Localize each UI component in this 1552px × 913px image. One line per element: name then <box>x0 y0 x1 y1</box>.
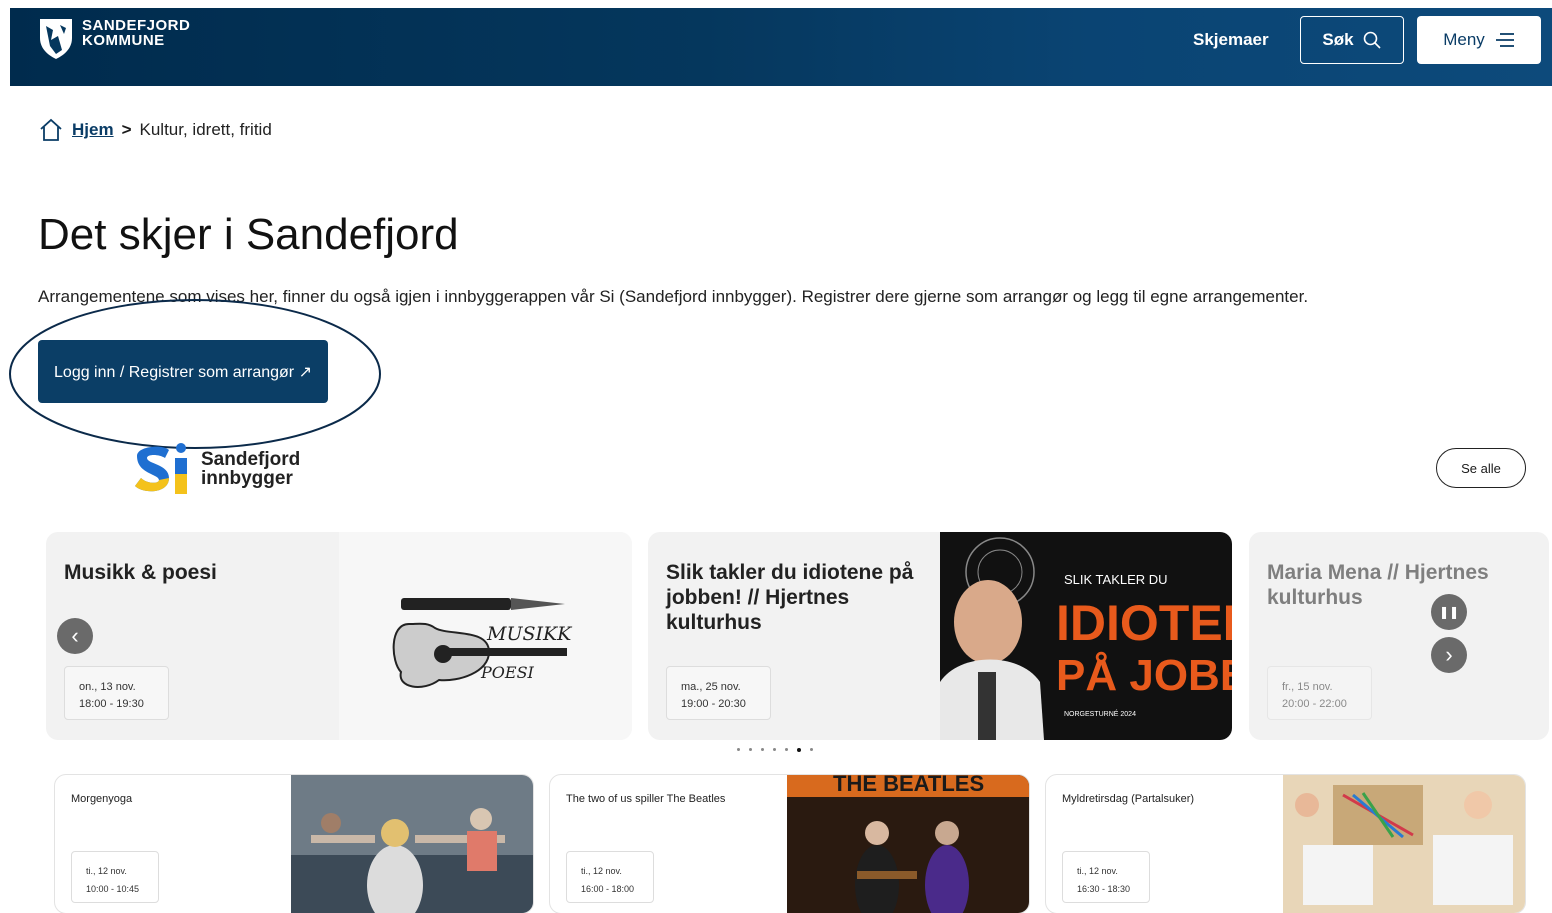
logo-line-2: KOMMUNE <box>82 32 165 49</box>
event-date: fr., 15 nov. <box>1282 681 1333 693</box>
event-date-box: on., 13 nov. 18:00 - 19:30 <box>64 666 169 720</box>
search-button[interactable]: Søk <box>1300 16 1404 64</box>
chevron-left-icon: ‹ <box>71 623 79 648</box>
login-register-button[interactable]: Logg inn / Registrer som arrangør ↗ <box>38 340 328 403</box>
menu-button[interactable]: Meny <box>1417 16 1541 64</box>
image-footer-text: NORGESTURNÉ 2024 <box>1064 709 1136 718</box>
carousel-prev-button[interactable]: ‹ <box>57 618 93 654</box>
event-title: Myldretirsdag (Partalsuker) <box>1062 793 1195 805</box>
event-time: 20:00 - 22:00 <box>1282 698 1347 710</box>
site-header: SANDEFJORD KOMMUNE Skjemaer Søk Meny <box>10 8 1552 86</box>
event-title: Slik takler du idiotene på jobben! // Hj… <box>666 561 914 634</box>
intro-text: Arrangementene som vises her, finner du … <box>38 287 1309 306</box>
event-time: 19:00 - 20:30 <box>681 698 746 710</box>
event-date-box: fr., 15 nov. 20:00 - 22:00 <box>1267 666 1372 720</box>
event-image <box>291 775 533 913</box>
event-date-box: ti., 12 nov. 16:00 - 18:00 <box>566 851 654 903</box>
event-card[interactable]: Maria Mena // Hjertnes kulturhus fr., 15… <box>1249 532 1549 740</box>
event-date-box: ti., 12 nov. 10:00 - 10:45 <box>71 851 159 903</box>
breadcrumb-chevron-icon: > <box>121 120 132 139</box>
carousel-dot-active[interactable] <box>797 748 801 752</box>
event-date: ti., 12 nov. <box>1077 866 1118 876</box>
event-time: 10:00 - 10:45 <box>86 884 140 894</box>
breadcrumb-current: Kultur, idrett, fritid <box>139 120 272 139</box>
menu-icon <box>1495 33 1514 47</box>
event-image: MUSIKK POESI <box>339 532 632 740</box>
image-headline-2: PÅ JOBBE <box>1056 651 1232 700</box>
event-date: ma., 25 nov. <box>681 681 741 693</box>
logo-line-1: SANDEFJORD <box>82 17 191 34</box>
image-text-beatles: THE BEATLES <box>833 775 984 796</box>
event-time: 16:30 - 18:30 <box>1077 884 1131 894</box>
event-title: Morgenyoga <box>71 793 133 805</box>
carousel-next-button[interactable]: › <box>1431 637 1467 673</box>
event-date: ti., 12 nov. <box>86 866 127 876</box>
small-event-card[interactable]: The two of us spiller The Beatles ti., 1… <box>549 774 1030 913</box>
event-date: ti., 12 nov. <box>581 866 622 876</box>
event-image: SLIK TAKLER DU IDIOTEN PÅ JOBBE NORGESTU… <box>940 532 1232 740</box>
si-app-logo: Sandefjord innbygger <box>133 442 300 496</box>
event-date-box: ti., 12 nov. 16:30 - 18:30 <box>1062 851 1150 903</box>
event-time: 16:00 - 18:00 <box>581 884 635 894</box>
pause-icon: ❚❚ <box>1438 605 1460 619</box>
image-text-poesi: POESI <box>480 663 535 682</box>
carousel-dot[interactable] <box>749 748 752 751</box>
search-label: Søk <box>1322 30 1354 49</box>
breadcrumb: Hjem > Kultur, idrett, fritid <box>38 118 272 142</box>
small-event-card[interactable]: Morgenyoga ti., 12 nov. 10:00 - 10:45 <box>54 774 534 913</box>
event-card[interactable]: Musikk & poesi on., 13 nov. 18:00 - 19:3… <box>46 532 632 740</box>
si-logo-line-1: Sandefjord <box>201 449 301 470</box>
event-image <box>1283 775 1525 913</box>
event-date-box: ma., 25 nov. 19:00 - 20:30 <box>666 666 771 720</box>
si-logo-icon <box>135 443 187 494</box>
image-headline-1: IDIOTEN <box>1056 595 1232 651</box>
event-date: on., 13 nov. <box>79 681 136 693</box>
forms-link[interactable]: Skjemaer <box>1193 30 1269 50</box>
home-icon[interactable] <box>38 118 64 142</box>
si-logo-line-2: innbygger <box>201 468 293 489</box>
small-event-card[interactable]: Myldretirsdag (Partalsuker) ti., 12 nov.… <box>1045 774 1526 913</box>
chevron-right-icon: › <box>1445 642 1453 667</box>
carousel-dot[interactable] <box>737 748 740 751</box>
carousel-dot[interactable] <box>761 748 764 751</box>
event-card[interactable]: Slik takler du idiotene på jobben! // Hj… <box>648 532 1232 740</box>
event-title: The two of us spiller The Beatles <box>566 793 726 805</box>
image-text-musikk: MUSIKK <box>486 623 573 645</box>
kommune-logo[interactable]: SANDEFJORD KOMMUNE <box>38 16 190 60</box>
search-icon <box>1363 31 1381 49</box>
menu-label: Meny <box>1443 30 1485 49</box>
coat-of-arms-icon <box>40 19 72 59</box>
carousel-dot[interactable] <box>785 748 788 751</box>
event-image: THE BEATLES <box>787 775 1029 913</box>
event-time: 18:00 - 19:30 <box>79 698 144 710</box>
carousel-pause-button[interactable]: ❚❚ <box>1431 594 1467 630</box>
event-title: Musikk & poesi <box>64 561 217 584</box>
see-all-button[interactable]: Se alle <box>1436 448 1526 488</box>
carousel-dot[interactable] <box>773 748 776 751</box>
carousel-dot[interactable] <box>810 748 813 751</box>
page-title: Det skjer i Sandefjord <box>38 210 459 259</box>
breadcrumb-home-link[interactable]: Hjem <box>72 120 114 140</box>
event-title: Maria Mena // Hjertnes kulturhus <box>1267 561 1489 609</box>
carousel-dots <box>737 748 813 752</box>
image-small-headline: SLIK TAKLER DU <box>1064 572 1168 587</box>
